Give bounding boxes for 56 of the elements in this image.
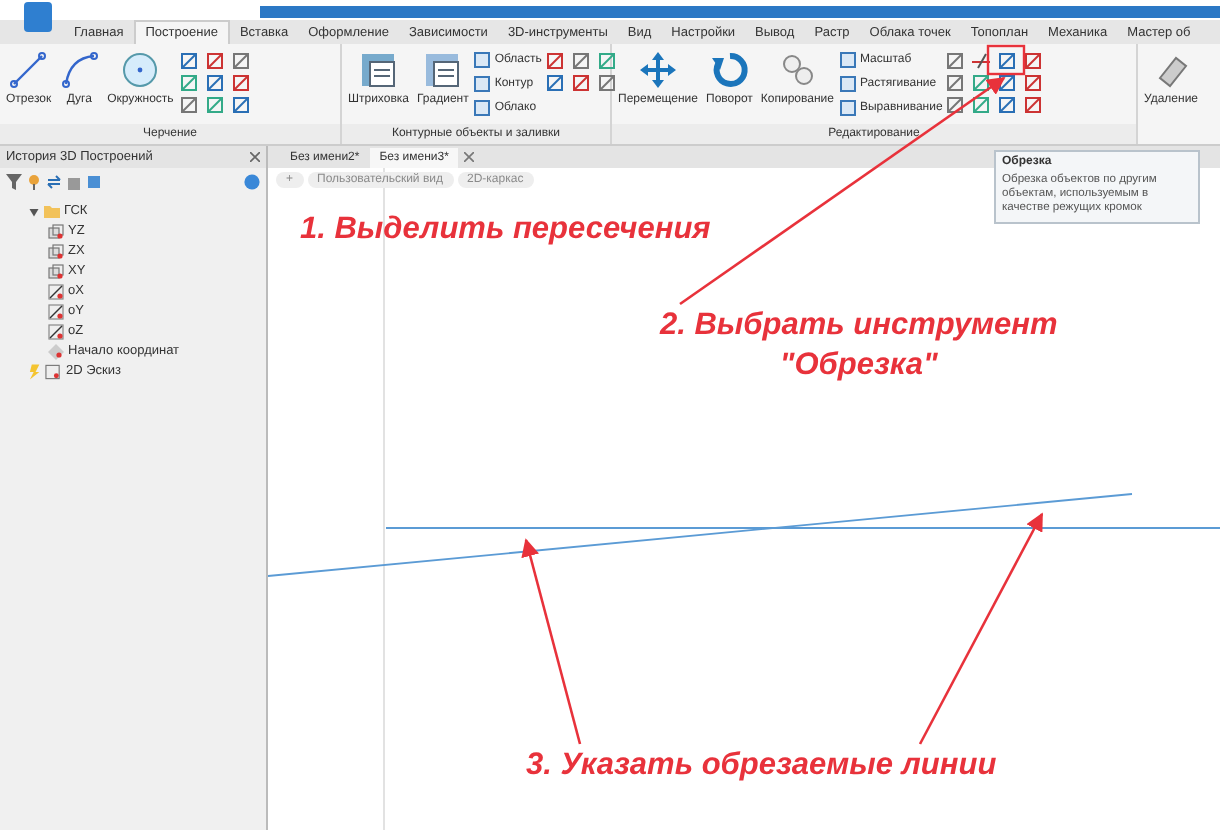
tool-icon[interactable] xyxy=(179,74,198,92)
tool-icon[interactable] xyxy=(205,52,224,70)
line-icon xyxy=(8,50,49,90)
tool-icon[interactable] xyxy=(998,74,1017,92)
tool-icon[interactable] xyxy=(597,74,616,92)
annotation-text: 3. Указать обрезаемые линии xyxy=(526,746,997,786)
copy-icon xyxy=(777,50,818,90)
plane-icon xyxy=(48,263,64,279)
move-icon xyxy=(638,50,678,90)
tool-icon[interactable] xyxy=(205,96,224,114)
highlight-frame xyxy=(986,44,1026,76)
close-icon[interactable] xyxy=(464,152,475,162)
pin-icon[interactable] xyxy=(26,174,42,190)
axis-icon xyxy=(48,283,64,299)
close-icon[interactable] xyxy=(250,152,260,162)
tool-icon[interactable] xyxy=(1024,96,1043,114)
tool-icon[interactable] xyxy=(597,52,616,70)
folder-icon xyxy=(44,203,60,219)
tool-icon[interactable] xyxy=(571,74,590,92)
tool-icon[interactable] xyxy=(946,74,965,92)
tool-icon[interactable] xyxy=(972,74,991,92)
arc-icon xyxy=(59,50,100,90)
tool-icon[interactable] xyxy=(545,74,564,92)
rotate-icon xyxy=(709,50,750,90)
expand-arrow-icon[interactable] xyxy=(28,205,40,217)
filter-icon[interactable] xyxy=(6,174,22,190)
gradient-icon xyxy=(422,50,463,90)
axis-icon xyxy=(48,303,64,319)
sketch-icon xyxy=(28,363,62,379)
tool-icon[interactable] xyxy=(972,96,991,114)
tool-icon[interactable] xyxy=(1024,52,1043,70)
tool-icon[interactable] xyxy=(946,52,965,70)
tool-icon[interactable] xyxy=(946,96,965,114)
axis-icon xyxy=(48,323,64,339)
annotation-text: "Обрезка" xyxy=(777,346,940,387)
tool-icon[interactable] xyxy=(205,74,224,92)
tool-icon[interactable] xyxy=(1024,74,1043,92)
tool-icon[interactable] xyxy=(231,52,250,70)
tool-icon[interactable] xyxy=(998,52,1017,70)
tool-icon[interactable] xyxy=(179,96,198,114)
circle-icon xyxy=(120,50,161,90)
origin-point-icon xyxy=(48,343,64,359)
tool-icon[interactable] xyxy=(179,52,198,70)
drawing-line[interactable] xyxy=(268,493,1133,577)
plane-icon xyxy=(48,243,64,259)
tool-icon[interactable] xyxy=(998,96,1017,114)
refresh-icon[interactable] xyxy=(46,174,62,190)
tool-icon[interactable] xyxy=(231,96,250,114)
tool-icon[interactable] xyxy=(571,52,590,70)
hatch-icon xyxy=(358,50,399,90)
annotation-text: 1. Выделить пересечения xyxy=(300,210,711,250)
trim-icon[interactable] xyxy=(972,52,991,70)
plane-icon xyxy=(48,223,64,239)
annotation-text: 2. Выбрать инструмент xyxy=(660,306,1058,346)
tool-icon[interactable] xyxy=(545,52,564,70)
tool-icon[interactable] xyxy=(231,74,250,92)
